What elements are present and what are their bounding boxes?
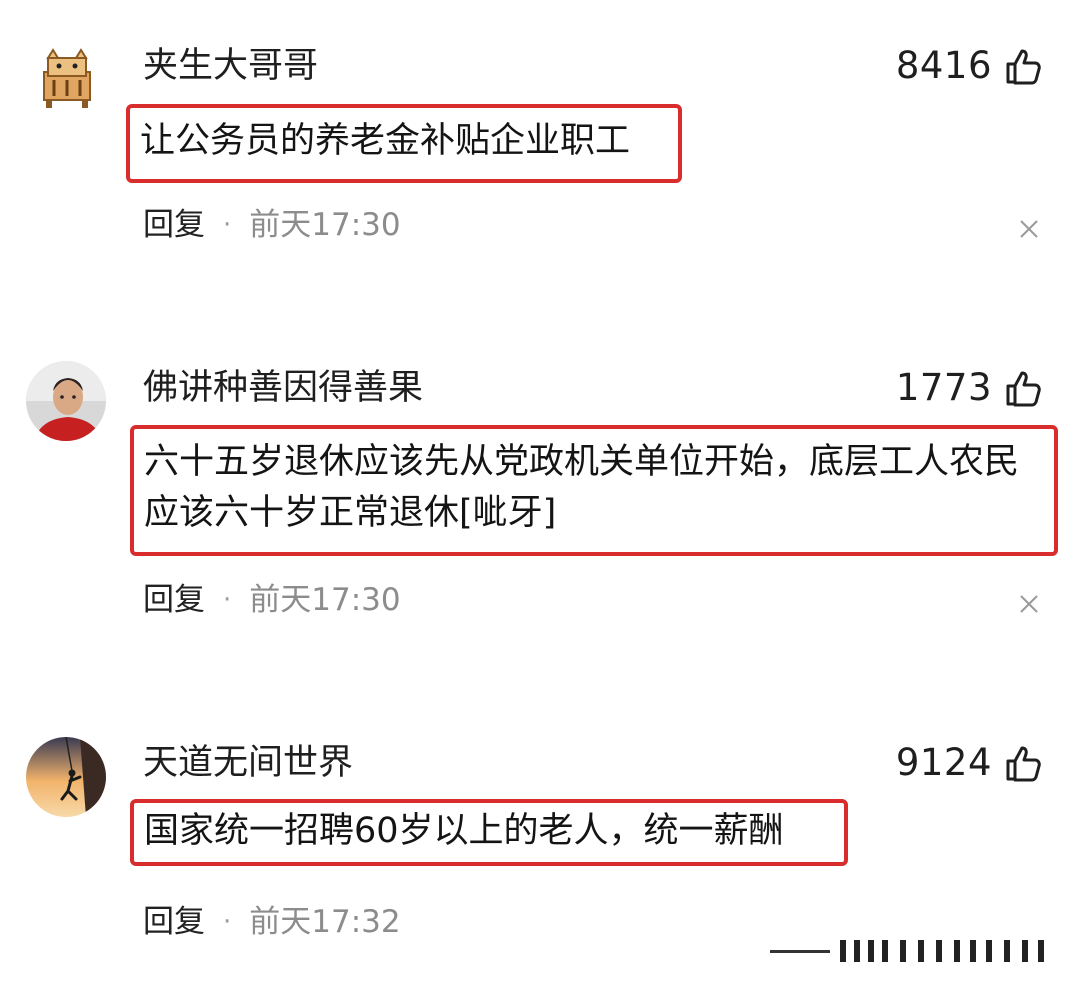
like-group[interactable]: 9124 [896, 741, 1044, 785]
thumbs-up-icon[interactable] [1004, 743, 1044, 783]
meta-separator: · [223, 907, 232, 937]
username[interactable]: 天道无间世界 [143, 741, 353, 785]
reply-button[interactable]: 回复 [143, 902, 205, 942]
timestamp: 前天17:32 [249, 904, 401, 940]
avatar[interactable] [26, 737, 106, 817]
climber-avatar-image [26, 737, 106, 817]
comment-meta: 回复 · 前天17:32 [143, 902, 401, 942]
highlighted-comment-text: 国家统一招聘60岁以上的老人，统一薪酬 [130, 799, 848, 866]
watermark-bar [770, 940, 1044, 962]
comment-item: 天道无间世界 9124 国家统一招聘60岁以上的老人，统一薪酬 回复 · 前天1… [0, 0, 1080, 984]
like-count: 9124 [895, 741, 992, 784]
